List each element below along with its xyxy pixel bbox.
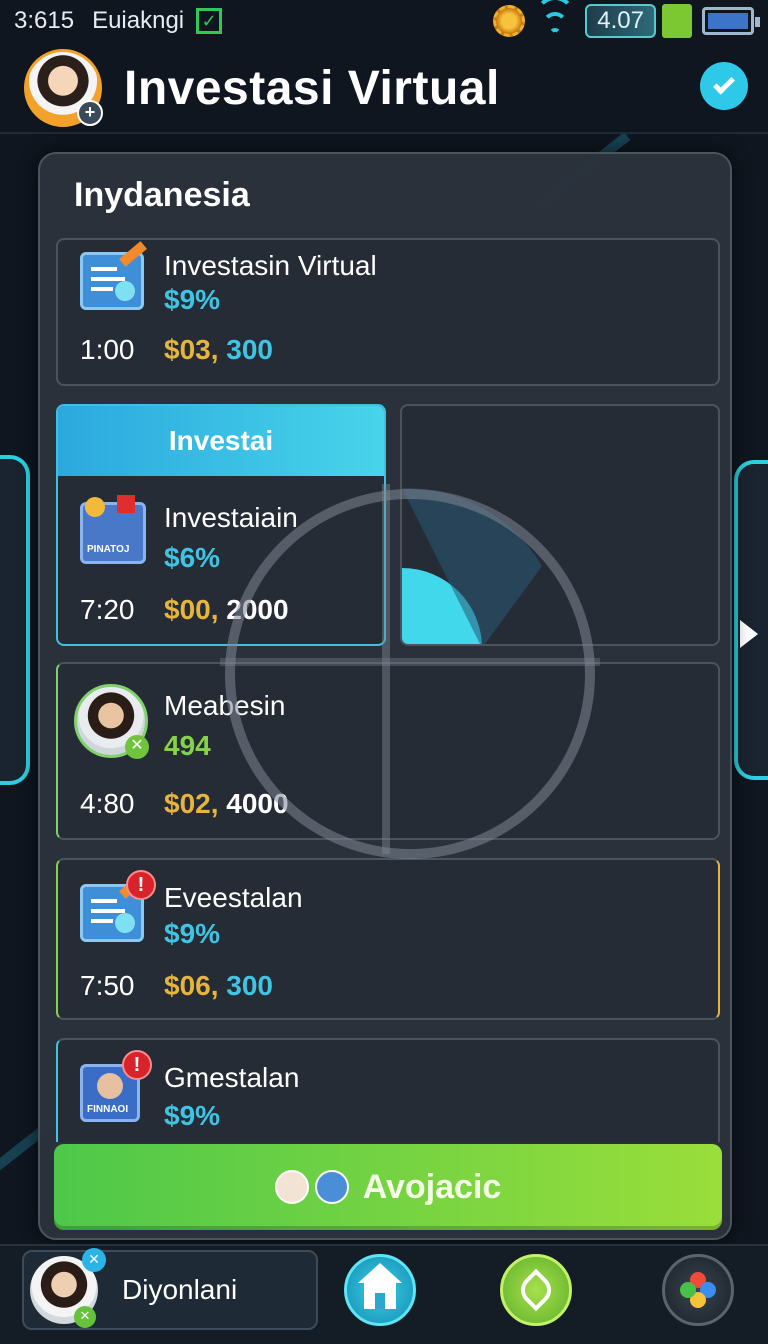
sun-gear-icon	[493, 5, 526, 37]
signal-value-pill: 4.07	[585, 4, 656, 38]
page-title: Investasi Virtual	[124, 61, 500, 115]
home-icon	[358, 1263, 402, 1309]
card-percent: $9%	[164, 918, 221, 949]
left-side-panel	[0, 455, 30, 785]
card-name: Gmestalan	[164, 1062, 300, 1093]
card-amount: $00, 2000	[164, 594, 289, 625]
investment-panel: Inydanesia Investasin Virtual $9% 1:00 $…	[38, 152, 732, 1240]
battery-icon	[702, 7, 760, 35]
signal-value: 4.07	[597, 7, 644, 34]
card-name: Meabesin	[164, 690, 286, 721]
card-name: Investasin Virtual	[164, 250, 377, 281]
card-amount: $06, 300	[164, 970, 273, 1001]
investor-portrait-icon: ✕	[74, 684, 149, 759]
document-chart-icon	[80, 241, 147, 316]
app-header: + Investasi Virtual	[0, 44, 768, 134]
section-title: Inydanesia	[74, 176, 250, 214]
card-percent: 494	[164, 730, 211, 761]
investment-card[interactable]: Investasin Virtual $9% 1:00 $03, 300	[56, 238, 720, 386]
investment-card[interactable]: ! Eveestalan $9% 7:50 $06, 300	[56, 858, 720, 1020]
shield-icon	[314, 1170, 349, 1204]
profile-card-icon: FINNAOI !	[80, 1050, 152, 1128]
pie-chart-icon	[402, 487, 542, 644]
user-name: Diyonlani	[122, 1274, 238, 1305]
flower-button[interactable]	[662, 1254, 734, 1326]
card-time: 7:20	[80, 594, 135, 625]
portfolio-chart-icon: PINATOJ	[80, 495, 146, 566]
add-icon[interactable]: +	[77, 100, 103, 126]
settings-badge-icon: ✕	[74, 1306, 96, 1328]
checkmark-icon	[713, 72, 735, 95]
status-time: 3:615	[14, 7, 75, 34]
card-amount: $02, 4000	[164, 788, 289, 819]
confirm-button[interactable]	[700, 62, 748, 110]
document-chart-icon: !	[80, 870, 156, 948]
investment-card[interactable]: FINNAOI ! Gmestalan $9%	[56, 1038, 720, 1142]
flower-icon	[680, 1272, 716, 1308]
alert-icon: !	[122, 1050, 152, 1080]
status-bar: 3:615 Euiakngi ✓ 4.07	[0, 0, 768, 42]
card-tab-header[interactable]: Investai	[58, 406, 384, 476]
card-percent: $9%	[164, 284, 221, 315]
chat-icon: ✕	[82, 1248, 106, 1272]
home-button[interactable]	[344, 1254, 416, 1326]
card-amount: $03, 300	[164, 334, 273, 365]
alert-icon: !	[126, 870, 156, 900]
card-time: 7:50	[80, 970, 135, 1001]
battery-level-indicator	[662, 4, 692, 38]
primary-action-label: Avojacic	[362, 1167, 502, 1206]
card-time: 1:00	[80, 334, 135, 365]
profile-avatar[interactable]: +	[24, 49, 103, 127]
card-name: Investaiain	[164, 502, 298, 533]
card-percent: $6%	[164, 542, 221, 573]
investment-card-selected[interactable]: Investai PINATOJ Investaiain $6% 7:20 $0…	[56, 404, 386, 646]
card-time: 4:80	[80, 788, 135, 819]
coin-icon	[274, 1170, 309, 1204]
check-icon: ✓	[196, 8, 223, 34]
bottom-navigation: ✕ ✕ Diyonlani	[0, 1244, 768, 1344]
status-carrier: Euiakngi	[92, 7, 185, 34]
investment-card[interactable]: ✕ Meabesin 494 4:80 $02, 4000	[56, 662, 720, 840]
leaf-icon	[514, 1268, 558, 1312]
chart-preview-card[interactable]	[400, 404, 720, 646]
card-name: Eveestalan	[164, 882, 303, 913]
user-chip[interactable]: ✕ ✕ Diyonlani	[22, 1248, 318, 1330]
card-percent: $9%	[164, 1100, 221, 1131]
status-indicators: 4.07	[493, 4, 760, 38]
leaf-button[interactable]	[500, 1254, 572, 1326]
next-arrow-icon[interactable]	[740, 620, 758, 648]
primary-action-button[interactable]: Avojacic	[54, 1144, 722, 1230]
wifi-icon	[535, 6, 575, 36]
